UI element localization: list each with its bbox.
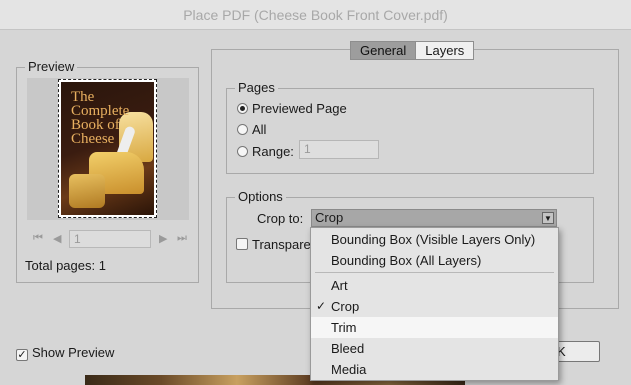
radio-label: All [252, 122, 267, 137]
menu-item-bounding-box-visible[interactable]: Bounding Box (Visible Layers Only) [311, 229, 558, 250]
cover-title: The Complete Book of Cheese [71, 89, 130, 147]
checkbox-icon[interactable]: ✓ [16, 349, 28, 361]
transparent-label: Transpare [252, 237, 311, 252]
cheese-shape [69, 174, 105, 208]
range-field[interactable]: 1 [299, 140, 379, 159]
next-page-icon[interactable]: ▶ [159, 232, 167, 245]
radio-icon[interactable] [237, 124, 248, 135]
preview-area: The Complete Book of Cheese [27, 78, 189, 220]
window-title: Place PDF (Cheese Book Front Cover.pdf) [0, 0, 631, 30]
menu-separator [315, 272, 554, 273]
menu-item-label: Crop [331, 299, 360, 314]
radio-range[interactable]: Range: [237, 144, 294, 159]
menu-item-trim[interactable]: Trim [311, 317, 558, 338]
menu-item-label: Trim [331, 320, 357, 335]
crop-to-label: Crop to: [257, 211, 304, 226]
radio-label: Previewed Page [252, 101, 347, 116]
transparent-background-checkbox[interactable]: Transpare [236, 237, 311, 252]
checkmark-icon: ✓ [316, 299, 327, 313]
menu-item-label: Bounding Box (Visible Layers Only) [331, 232, 536, 247]
tab-layers[interactable]: Layers [416, 41, 475, 60]
options-group-label: Options [235, 189, 286, 205]
total-pages-label: Total pages: 1 [25, 258, 106, 273]
menu-item-bounding-box-all[interactable]: Bounding Box (All Layers) [311, 250, 558, 271]
menu-item-crop[interactable]: ✓ Crop [311, 296, 558, 317]
crop-to-select[interactable]: Crop ▼ [311, 209, 557, 227]
menu-item-label: Media [331, 362, 367, 377]
show-preview-label: Show Preview [32, 345, 115, 360]
checkbox-icon[interactable] [236, 238, 248, 250]
radio-icon[interactable] [237, 146, 248, 157]
crop-select-value: Crop [315, 210, 344, 225]
preview-group: Preview The Complete Book of Cheese ⏮ ◀ … [16, 59, 199, 283]
radio-all[interactable]: All [237, 122, 266, 137]
cover-image: The Complete Book of Cheese [61, 82, 154, 215]
preview-group-label: Preview [25, 59, 78, 75]
tab-general[interactable]: General [350, 41, 417, 60]
crop-dropdown-menu: Bounding Box (Visible Layers Only) Bound… [310, 227, 559, 381]
page-number-field[interactable]: 1 [69, 230, 151, 248]
menu-item-art[interactable]: Art [311, 275, 558, 296]
menu-item-bleed[interactable]: Bleed [311, 338, 558, 359]
show-preview-checkbox[interactable]: ✓ Show Preview [16, 345, 114, 361]
tab-bar: General Layers [350, 41, 475, 60]
menu-item-label: Bounding Box (All Layers) [331, 253, 482, 268]
pages-group-label: Pages [235, 80, 278, 96]
pages-group: Pages Previewed Page All Range: 1 [226, 80, 594, 174]
radio-previewed-page[interactable]: Previewed Page [237, 101, 347, 116]
first-page-icon[interactable]: ⏮ [33, 232, 43, 245]
prev-page-icon[interactable]: ◀ [53, 232, 61, 245]
menu-item-label: Art [331, 278, 348, 293]
menu-item-media[interactable]: Media [311, 359, 558, 380]
radio-label: Range: [252, 144, 294, 159]
radio-icon[interactable] [237, 103, 248, 114]
menu-item-label: Bleed [331, 341, 365, 356]
preview-thumbnail: The Complete Book of Cheese [58, 79, 157, 218]
page-navigator: ⏮ ◀ 1 ▶ ⏭ [31, 230, 191, 248]
chevron-down-icon[interactable]: ▼ [542, 212, 554, 224]
last-page-icon[interactable]: ⏭ [177, 232, 187, 245]
